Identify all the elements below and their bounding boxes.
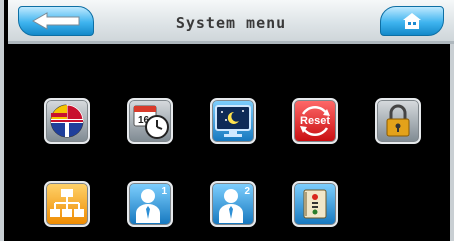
language-button[interactable]: [44, 98, 90, 144]
lock-button[interactable]: [375, 98, 421, 144]
home-icon: [403, 13, 421, 29]
user-2-number: 2: [244, 186, 250, 197]
date-time-button[interactable]: 16: [127, 98, 173, 144]
user-1-number: 1: [161, 186, 167, 197]
network-icon: [50, 189, 84, 217]
screen-settings-button[interactable]: [210, 98, 256, 144]
screen-icon: [215, 105, 251, 137]
screen-frame: System menu 16 Reset 1 2: [0, 0, 454, 241]
network-button[interactable]: [44, 181, 90, 227]
user-1-button[interactable]: 1: [127, 181, 173, 227]
header-bar: System menu: [8, 0, 454, 44]
home-button[interactable]: [380, 6, 444, 36]
user-2-button[interactable]: 2: [210, 181, 256, 227]
date-time-icon: 16: [133, 105, 169, 139]
lock-icon: [386, 104, 410, 137]
language-flags-icon: [50, 104, 84, 138]
info-icon: [303, 189, 327, 219]
reset-label: Reset: [300, 115, 330, 127]
reset-button[interactable]: Reset: [292, 98, 338, 144]
info-button[interactable]: [292, 181, 338, 227]
